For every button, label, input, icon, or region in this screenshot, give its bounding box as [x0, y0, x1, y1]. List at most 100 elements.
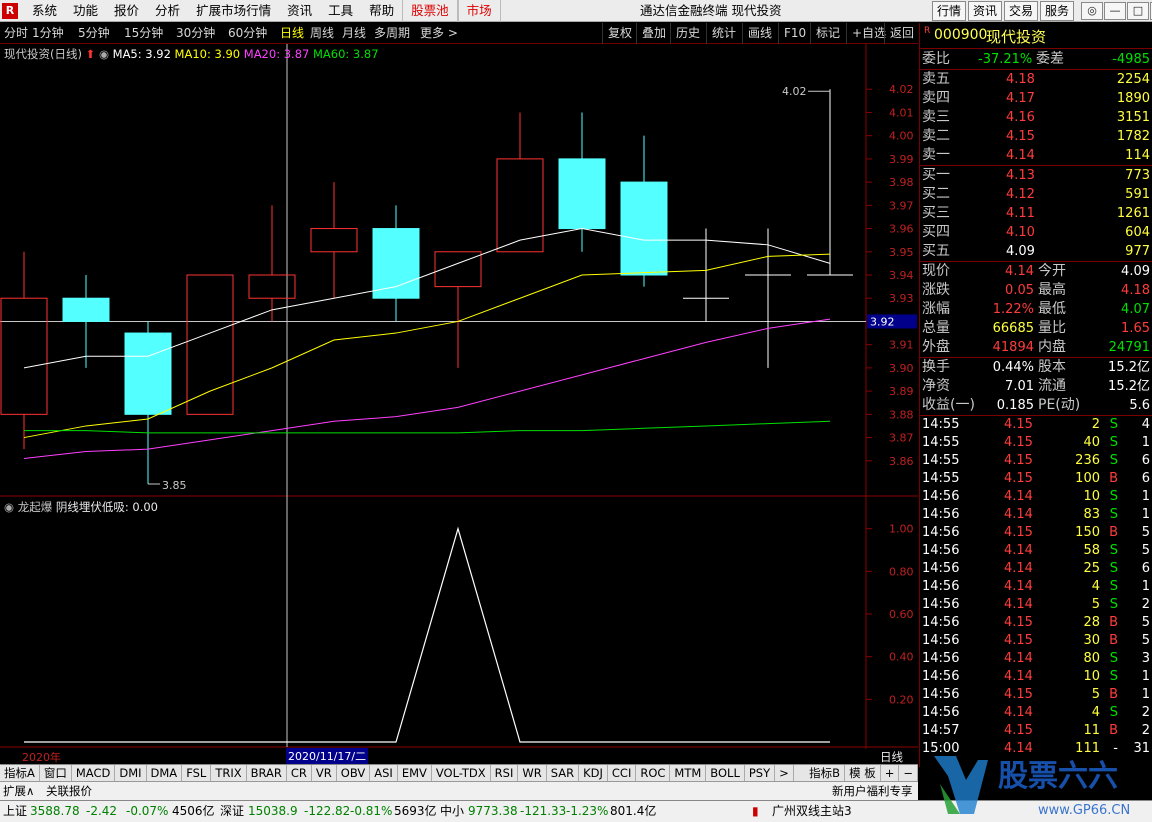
maximize-icon[interactable]: □: [1127, 2, 1149, 20]
watermark-url: www.GP66.CN: [1038, 803, 1130, 818]
stat-label: 总量: [922, 320, 950, 336]
sh-index-change: -2.42: [86, 804, 118, 818]
minimize-icon[interactable]: —: [1104, 2, 1126, 20]
stat-label: 收益(一): [922, 397, 975, 413]
tick-volume: 58: [1083, 543, 1100, 558]
indicator-tab[interactable]: TRIX: [211, 765, 247, 781]
indicator-tab[interactable]: CR: [287, 765, 312, 781]
app-logo-icon[interactable]: R: [2, 3, 18, 19]
adjust-button[interactable]: 复权: [602, 23, 637, 44]
indicator-tabs: 指标A 窗口 MACD DMI DMA FSL TRIX BRAR CR VR OBV ASI EMV V…: [0, 765, 794, 781]
indicator-tab[interactable]: FSL: [182, 765, 212, 781]
indicator-tab[interactable]: DMA: [147, 765, 183, 781]
chart-panel[interactable]: 4.02 4.01 4.00 3.99 3.98 3.97 3.96 3.95 3.94 3.93…: [0, 44, 918, 764]
indicator-tab[interactable]: DMI: [115, 765, 147, 781]
indicator-tab[interactable]: PSY: [745, 765, 776, 781]
tick-time: 14:55: [922, 417, 960, 432]
tab-trade[interactable]: 交易: [1004, 1, 1039, 21]
stats-button[interactable]: 统计: [706, 23, 741, 44]
indicator-tab[interactable]: VOL-TDX: [432, 765, 491, 781]
period-more[interactable]: 更多 >: [420, 23, 458, 44]
tick-price: 4.15: [1004, 633, 1033, 648]
period-15min[interactable]: 15分钟: [124, 23, 163, 44]
f10-button[interactable]: F10: [778, 23, 811, 44]
indicator-tab-right[interactable]: 指标B: [805, 765, 846, 781]
tab-quotes[interactable]: 行情: [932, 1, 967, 21]
menu-quote[interactable]: 报价: [106, 0, 147, 22]
tick-count: 1: [1141, 669, 1150, 684]
stock-code[interactable]: 000900: [934, 27, 987, 43]
server-name[interactable]: 广州双线主站3: [772, 801, 852, 821]
indicator-tab[interactable]: SAR: [547, 765, 580, 781]
indicator-tab-right[interactable]: +: [881, 765, 900, 781]
indicator-tab[interactable]: ROC: [636, 765, 671, 781]
indicator-tab[interactable]: CCI: [608, 765, 637, 781]
tick-time: 14:56: [922, 687, 960, 702]
menu-extended-market[interactable]: 扩展市场行情: [188, 0, 279, 22]
tick-row: 14:56 4.14 4 S 2: [920, 704, 1152, 722]
tick-row: 14:56 4.14 10 S 1: [920, 668, 1152, 686]
menu-stock-pool[interactable]: 股票池: [402, 0, 458, 22]
indicator-tab[interactable]: MACD: [72, 765, 116, 781]
price-stat-row: 外盘 41894 内盘 24791: [920, 338, 1152, 357]
period-daily[interactable]: 日线: [280, 23, 304, 44]
period-multi[interactable]: 多周期: [374, 23, 410, 44]
tick-row: 14:56 4.15 30 B 5: [920, 632, 1152, 650]
order-volume: 1890: [1116, 91, 1150, 106]
menu-help[interactable]: 帮助: [361, 0, 402, 22]
period-weekly[interactable]: 周线: [310, 23, 334, 44]
sz-index-label[interactable]: 深证: [220, 801, 244, 821]
indicator-tab[interactable]: VR: [312, 765, 337, 781]
menu-function[interactable]: 功能: [65, 0, 106, 22]
tick-time: 14:56: [922, 615, 960, 630]
indicator-tab-right[interactable]: −: [899, 765, 918, 781]
period-monthly[interactable]: 月线: [342, 23, 366, 44]
back-button[interactable]: 返回: [884, 23, 919, 44]
tab-service[interactable]: 服务: [1040, 1, 1075, 21]
tick-price: 4.14: [1004, 507, 1033, 522]
period-timeshare[interactable]: 分时: [4, 23, 28, 44]
period-5min[interactable]: 5分钟: [78, 23, 110, 44]
indicator-tab[interactable]: OBV: [337, 765, 371, 781]
tick-list[interactable]: 14:55 4.15 2 S 4 14:55 4.15 40 S 1 14:55 4.15 236 S 6 1…: [920, 416, 1152, 758]
mark-button[interactable]: 标记: [810, 23, 845, 44]
up-arrow-icon[interactable]: ⬆: [86, 47, 96, 61]
stock-name[interactable]: 现代投资: [986, 26, 1046, 47]
indicator-tab[interactable]: BOLL: [706, 765, 745, 781]
menu-analysis[interactable]: 分析: [147, 0, 188, 22]
menu-system[interactable]: 系统: [24, 0, 65, 22]
indicator-settings-icon[interactable]: ◉: [4, 500, 14, 514]
overlay-button[interactable]: 叠加: [636, 23, 671, 44]
draw-line-button[interactable]: 画线: [742, 23, 777, 44]
menu-market[interactable]: 市场: [457, 0, 501, 22]
indicator-tab[interactable]: ASI: [370, 765, 398, 781]
indicator-tab[interactable]: MTM: [670, 765, 707, 781]
indicator-tab[interactable]: 指标A: [0, 765, 40, 781]
sh-index-label[interactable]: 上证: [3, 801, 27, 821]
price-tick-label: 3.98: [889, 176, 914, 189]
settings-dropdown-icon[interactable]: ◉: [99, 47, 109, 61]
menu-news[interactable]: 资讯: [279, 0, 320, 22]
indicator-tab[interactable]: EMV: [398, 765, 432, 781]
menu-tools[interactable]: 工具: [320, 0, 361, 22]
news-promo-link[interactable]: 新用户福利专享: [832, 782, 913, 800]
tab-info[interactable]: 资讯: [968, 1, 1003, 21]
indicator-tab[interactable]: RSI: [491, 765, 519, 781]
history-button[interactable]: 历史: [670, 23, 705, 44]
indicator-tab[interactable]: WR: [518, 765, 547, 781]
period-60min[interactable]: 60分钟: [228, 23, 267, 44]
indicator-tab-right[interactable]: 模 板: [845, 765, 881, 781]
period-1min[interactable]: 1分钟: [32, 23, 64, 44]
stat-value: 15.2亿: [1108, 360, 1150, 375]
indicator-tab[interactable]: KDJ: [579, 765, 608, 781]
period-30min[interactable]: 30分钟: [176, 23, 215, 44]
expand-button[interactable]: 扩展∧: [3, 782, 34, 800]
related-quote-button[interactable]: 关联报价: [46, 782, 92, 800]
indicator-tab[interactable]: >: [775, 765, 794, 781]
sme-index-label[interactable]: 中小: [440, 801, 464, 821]
indicator-tab[interactable]: 窗口: [40, 765, 72, 781]
extension-bar: 扩展∧ 关联报价 新用户福利专享: [0, 781, 918, 800]
indicator-tab[interactable]: BRAR: [247, 765, 287, 781]
kline-chart[interactable]: 4.02 4.01 4.00 3.99 3.98 3.97 3.96 3.95 3.94 3.93…: [0, 44, 918, 749]
settings-icon[interactable]: ◎: [1081, 2, 1103, 20]
